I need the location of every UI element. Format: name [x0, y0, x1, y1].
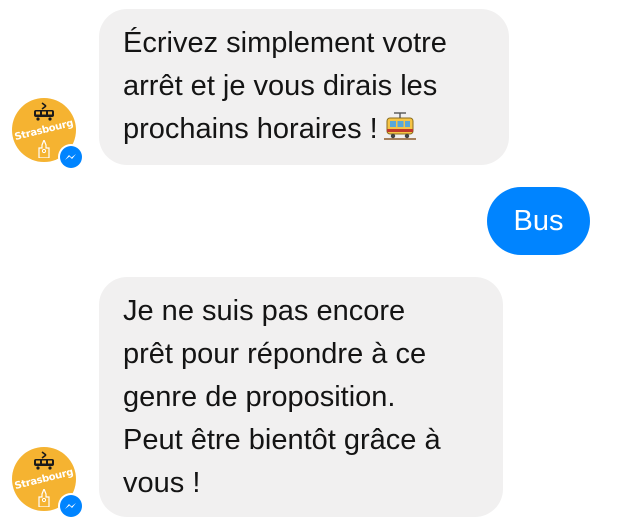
cathedral-icon [38, 489, 50, 507]
tram-icon [34, 102, 54, 121]
messenger-badge [58, 493, 84, 519]
bot-avatar[interactable]: Strasbourg [12, 98, 84, 170]
bot-message-text: Je ne suis pas encore prêt pour répondre… [123, 295, 441, 499]
bot-avatar[interactable]: Strasbourg [12, 447, 84, 519]
messenger-badge [58, 144, 84, 170]
user-message-text: Bus [513, 205, 564, 237]
messenger-icon [65, 503, 76, 509]
cathedral-icon [38, 140, 50, 158]
bot-message-bubble: Écrivez simplement votre arrêt et je vou… [99, 9, 509, 165]
tram-emoji-icon [383, 112, 416, 155]
bot-message-bubble: Je ne suis pas encore prêt pour répondre… [99, 277, 503, 517]
user-message-bubble: Bus [487, 187, 590, 255]
tram-icon [34, 451, 54, 470]
messenger-icon [65, 154, 76, 160]
